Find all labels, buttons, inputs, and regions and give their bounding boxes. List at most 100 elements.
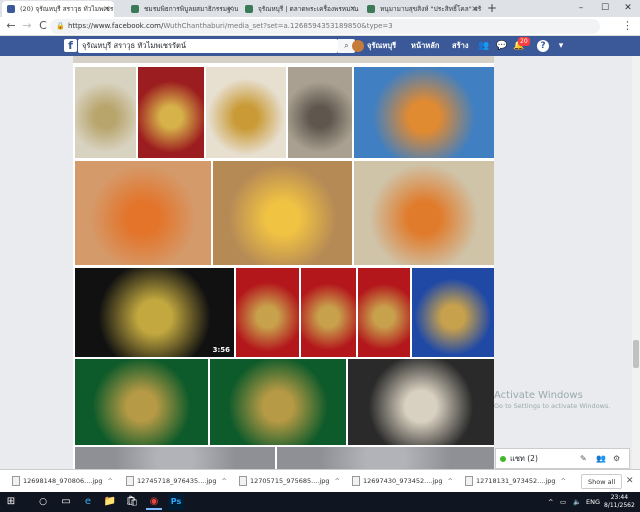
search-input[interactable]: จุรัณหบุรี สราวุธ ทัวไมพเชรรัตน์	[78, 39, 338, 53]
photo-thumbnail[interactable]	[75, 359, 208, 445]
photo-thumbnail[interactable]	[277, 447, 494, 469]
tab-label: (20) จุรัณหบุรี สราวุธ ทัวไมพเชรรัตน์	[20, 5, 114, 13]
chrome-icon[interactable]: ◉	[146, 494, 162, 510]
notification-badge: 20	[518, 37, 530, 46]
photo-thumbnail[interactable]	[301, 268, 356, 357]
minimize-button[interactable]: –	[569, 0, 593, 17]
video-thumbnail[interactable]: 3:56	[75, 268, 234, 357]
photo-thumbnail[interactable]	[210, 359, 346, 445]
photo-thumbnail[interactable]	[358, 268, 410, 357]
download-item[interactable]: 12718131_973452....jpg ^	[463, 473, 566, 490]
create-link[interactable]: สร้าง	[452, 39, 468, 53]
lock-icon: 🔒	[56, 22, 65, 30]
chat-bar[interactable]: แชท (2) ✎ 👥 ⚙	[495, 448, 630, 469]
url-domain: https://www.facebook.com/	[68, 22, 164, 30]
chevron-up-icon[interactable]: ^	[221, 477, 226, 485]
facebook-header: f จุรัณหบุรี สราวุธ ทัวไมพเชรรัตน์ ⌕ จุร…	[0, 36, 640, 56]
address-bar[interactable]: 🔒 https://www.facebook.com/WuthChanthabu…	[50, 19, 600, 34]
tab-label: จุรัณหบุรี | ตลาดพระเครื่องพรหมาน	[258, 5, 359, 13]
image-file-icon	[465, 476, 473, 486]
photo-thumbnail[interactable]	[354, 161, 494, 265]
language-indicator[interactable]: ENG	[586, 494, 600, 510]
download-item[interactable]: 12705715_975685....jpg ^	[237, 473, 340, 490]
account-dropdown-icon[interactable]: ▾	[555, 40, 567, 52]
photo-thumbnail[interactable]	[288, 67, 352, 158]
maximize-button[interactable]: ☐	[593, 0, 617, 17]
volume-icon[interactable]: 🔈	[573, 494, 581, 510]
close-tab-icon[interactable]: ×	[471, 1, 478, 17]
network-icon[interactable]: ▭	[560, 494, 566, 510]
photo-thumbnail[interactable]	[354, 67, 494, 158]
download-filename: 12745718_976435....jpg	[137, 477, 217, 485]
site-favicon-icon	[367, 5, 375, 13]
store-icon[interactable]: 🛍	[124, 494, 140, 510]
facebook-favicon-icon	[7, 5, 15, 13]
edge-icon[interactable]: e	[80, 494, 96, 510]
chevron-up-icon[interactable]: ^	[107, 477, 112, 485]
close-tab-icon[interactable]: ×	[103, 1, 110, 17]
browser-toolbar: ← → C 🔒 https://www.facebook.com/WuthCha…	[0, 17, 640, 36]
watermark-title: Activate Windows	[494, 390, 583, 401]
browser-tab-strip: (20) จุรัณหบุรี สราวุธ ทัวไมพเชรรัตน์ × …	[0, 0, 640, 17]
page-scrollbar[interactable]	[632, 56, 640, 469]
photo-thumbnail[interactable]	[75, 447, 275, 469]
photo-thumbnail[interactable]	[138, 67, 204, 158]
friends-icon[interactable]: 👥	[478, 40, 490, 52]
online-status-icon	[500, 456, 506, 462]
photo-thumbnail[interactable]	[348, 359, 494, 445]
forward-button[interactable]: →	[20, 19, 34, 33]
chevron-up-icon[interactable]: ^	[334, 477, 339, 485]
download-item[interactable]: 12697430_973452....jpg ^	[350, 473, 453, 490]
close-tab-icon[interactable]: ×	[227, 1, 234, 17]
windows-activation-watermark: Activate Windows Go to Settings to activ…	[494, 390, 610, 412]
tab-vit[interactable]: ชมรมพิธการพิบูลยสมาธิกรรมฐานสัง | VIT ×	[126, 1, 238, 17]
tab-article[interactable]: หนุมามาบสุขสิงห์ "ประสิทธิ์โคล" สร้าง ×	[362, 1, 482, 17]
photo-thumbnail[interactable]	[206, 67, 286, 158]
reload-button[interactable]: C	[36, 19, 50, 33]
chevron-up-icon[interactable]: ^	[560, 477, 565, 485]
photo-thumbnail[interactable]	[412, 268, 494, 357]
scrollbar-thumb[interactable]	[633, 340, 639, 368]
search-icon[interactable]: ○	[35, 494, 51, 510]
image-file-icon	[352, 476, 360, 486]
photo-row-partial	[73, 56, 494, 63]
home-link[interactable]: หน้าหลัก	[411, 39, 439, 53]
tray-chevron-icon[interactable]: ^	[548, 494, 553, 510]
photo-thumbnail[interactable]	[75, 67, 136, 158]
show-all-downloads-button[interactable]: Show all	[581, 474, 623, 489]
new-group-icon[interactable]: 👥	[596, 449, 606, 468]
photo-thumbnail[interactable]	[213, 161, 352, 265]
video-duration: 3:56	[212, 346, 230, 354]
photoshop-icon[interactable]: Ps	[168, 494, 184, 510]
avatar[interactable]	[352, 40, 364, 52]
file-explorer-icon[interactable]: 📁	[102, 494, 118, 510]
task-view-icon[interactable]: ▭	[58, 494, 74, 510]
help-icon[interactable]: ?	[537, 40, 549, 52]
close-window-button[interactable]: ✕	[616, 0, 640, 17]
photo-album-grid: 3:56	[73, 56, 494, 469]
download-filename: 12697430_973452....jpg	[363, 477, 443, 485]
new-message-icon[interactable]: ✎	[580, 449, 587, 468]
close-tab-icon[interactable]: ×	[349, 1, 356, 17]
site-favicon-icon	[131, 5, 139, 13]
download-item[interactable]: 12745718_976435....jpg ^	[124, 473, 227, 490]
photo-thumbnail[interactable]	[75, 161, 211, 265]
system-clock[interactable]: 23:44 8/11/2562	[604, 494, 635, 510]
browser-menu-icon[interactable]: ⋮	[622, 19, 633, 33]
chat-settings-icon[interactable]: ⚙	[613, 449, 620, 468]
back-button[interactable]: ←	[4, 19, 18, 33]
facebook-logo-icon[interactable]: f	[64, 39, 77, 52]
new-tab-button[interactable]: +	[487, 0, 497, 16]
chevron-up-icon[interactable]: ^	[447, 477, 452, 485]
messages-icon[interactable]: 💬	[496, 40, 508, 52]
site-favicon-icon	[245, 5, 253, 13]
profile-link[interactable]: จุรัณหบุรี	[367, 39, 396, 53]
tab-facebook[interactable]: (20) จุรัณหบุรี สราวุธ ทัวไมพเชรรัตน์ ×	[2, 1, 114, 17]
chat-label: แชท (2)	[510, 454, 538, 463]
tab-market[interactable]: จุรัณหบุรี | ตลาดพระเครื่องพรหมาน ×	[240, 1, 360, 17]
photo-thumbnail[interactable]	[236, 268, 299, 357]
download-item[interactable]: 12698148_970806....jpg ^	[10, 473, 113, 490]
start-button[interactable]: ⊞	[3, 494, 19, 510]
close-shelf-icon[interactable]: ✕	[626, 474, 634, 489]
download-filename: 12698148_970806....jpg	[23, 477, 103, 485]
